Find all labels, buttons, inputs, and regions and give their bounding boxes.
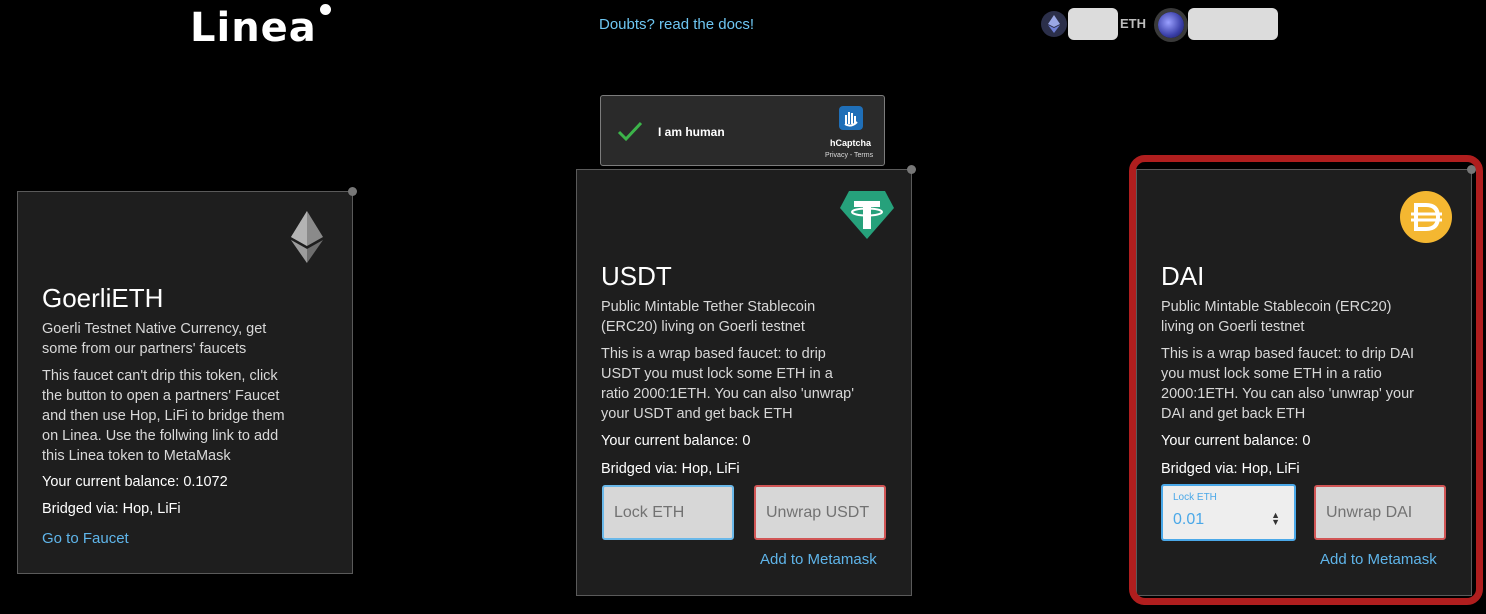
card-corner-dot xyxy=(907,165,916,174)
wallet-balance-redacted xyxy=(1068,8,1118,40)
logo-dot xyxy=(320,4,331,15)
card-description: Public Mintable Tether Stablecoin (ERC20)… xyxy=(601,299,816,335)
wallet-avatar[interactable] xyxy=(1158,12,1184,38)
captcha-label: I am human xyxy=(658,125,725,139)
captcha-terms-link[interactable]: Privacy - Terms xyxy=(825,152,873,159)
card-bridged: Bridged via: Hop, LiFi xyxy=(42,501,181,517)
goerlieth-card: GoerliETH Goerli Testnet Native Currency… xyxy=(17,187,357,574)
ethereum-diamond-icon xyxy=(1048,15,1060,33)
card-title: USDT xyxy=(601,261,672,291)
hcaptcha-widget[interactable]: I am human hCaptcha Privacy - Terms xyxy=(600,95,885,166)
unwrap-usdt-input[interactable]: Unwrap USDT xyxy=(754,485,886,540)
card-bridged: Bridged via: Hop, LiFi xyxy=(601,461,740,477)
usdt-card: USDT Public Mintable Tether Stablecoin (E… xyxy=(576,165,916,596)
card-title: GoerliETH xyxy=(42,283,164,313)
card-description: Goerli Testnet Native Currency, get some … xyxy=(42,321,267,357)
lock-eth-input[interactable]: Lock ETH xyxy=(602,485,734,540)
captcha-brand: hCaptcha xyxy=(830,138,872,148)
hcaptcha-logo-icon xyxy=(839,106,863,130)
docs-link[interactable]: Doubts? read the docs! xyxy=(599,16,754,33)
card-balance: Your current balance: 0.1072 xyxy=(42,474,228,490)
ethereum-icon xyxy=(291,211,323,263)
card-corner-dot xyxy=(348,187,357,196)
add-to-metamask-link[interactable]: Add to Metamask xyxy=(760,551,877,568)
card-note: This is a wrap based faucet: to drip USDT… xyxy=(601,346,855,422)
wallet-address-redacted[interactable] xyxy=(1188,8,1278,40)
highlight-box xyxy=(1129,155,1483,605)
wallet-balance-unit: ETH xyxy=(1120,16,1146,31)
check-icon xyxy=(617,121,643,142)
linea-logo[interactable]: Linea xyxy=(190,6,317,50)
go-to-faucet-link[interactable]: Go to Faucet xyxy=(42,530,129,547)
eth-network-icon[interactable] xyxy=(1041,11,1067,37)
tether-icon xyxy=(840,191,894,239)
card-note: This faucet can't drip this token, click… xyxy=(42,368,285,464)
card-balance: Your current balance: 0 xyxy=(601,433,751,449)
